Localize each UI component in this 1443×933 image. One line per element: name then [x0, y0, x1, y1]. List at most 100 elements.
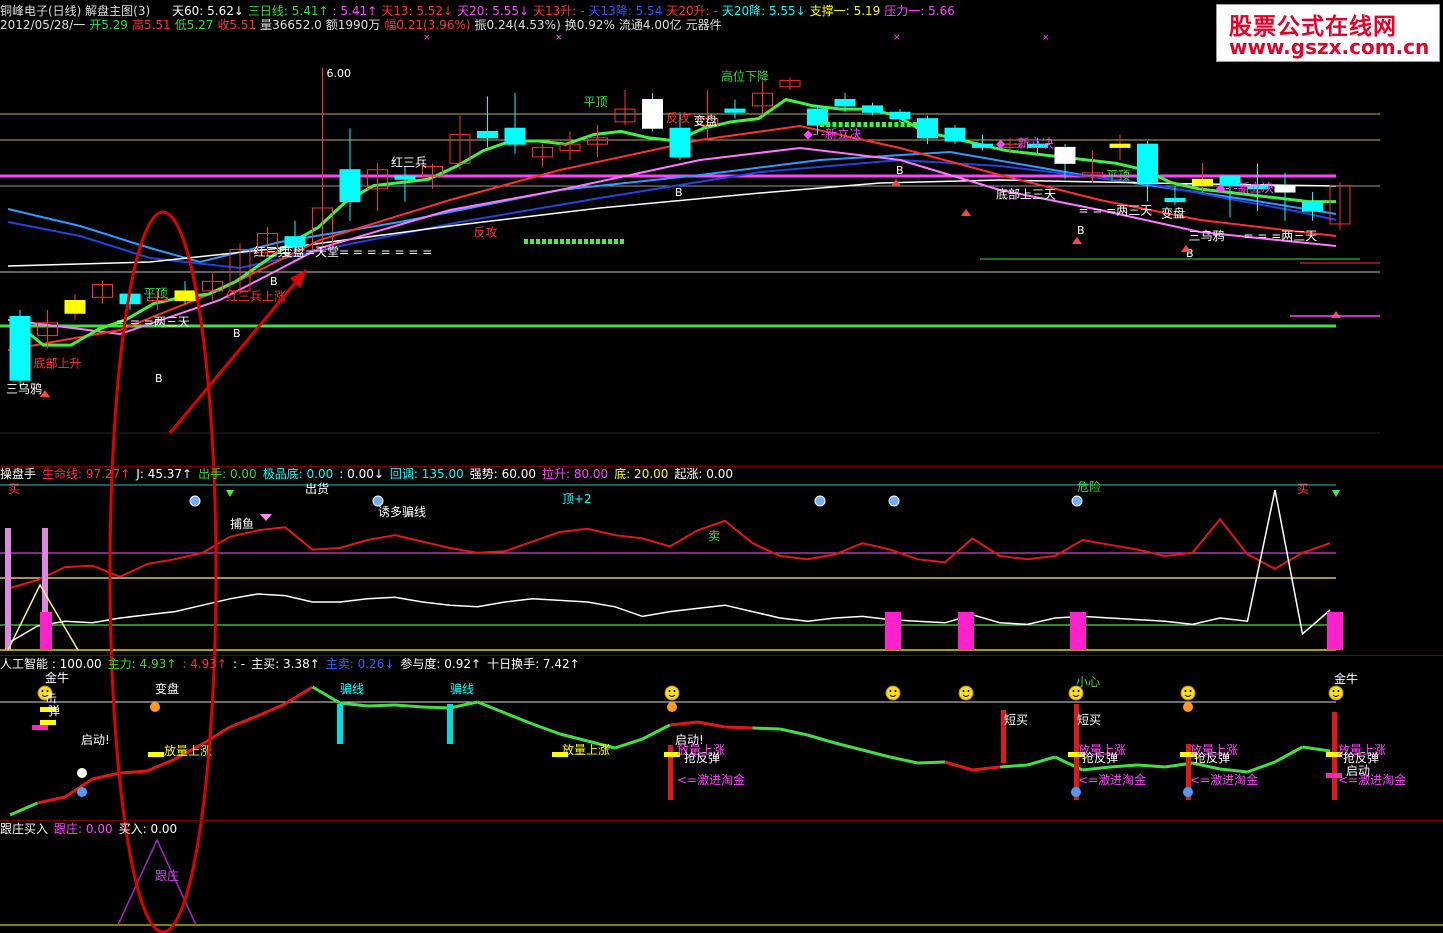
ma-indicator-value: 三日线: 5.41↑	[247, 4, 329, 18]
ai-line-segment	[201, 725, 231, 746]
ball-icon	[1183, 702, 1193, 712]
ai-line-segment	[999, 763, 1028, 769]
quote-value: 2012/05/28/一	[0, 18, 86, 32]
signal-block	[32, 725, 48, 730]
pattern-label: 平顶	[1106, 168, 1130, 182]
indicator-value: : 4.93↑	[182, 657, 227, 671]
pane-divider[interactable]	[0, 655, 1443, 656]
smiley-eye	[1184, 690, 1187, 692]
candlestick	[92, 281, 113, 304]
ai-line-segment	[697, 720, 726, 729]
indicator-value: 买入: 0.00	[118, 822, 178, 836]
candlestick	[312, 67, 333, 253]
ai-line-segment	[256, 702, 286, 718]
trend-marker	[548, 239, 552, 244]
candle-body	[394, 175, 416, 180]
candlestick	[724, 99, 746, 119]
candle-body	[339, 169, 361, 203]
down-arrow-icon	[1332, 490, 1340, 497]
trend-marker	[524, 239, 528, 244]
candle-body	[944, 127, 966, 142]
smiley-eye	[1332, 690, 1335, 692]
stock-chart-window[interactable]: 6.00 三乌鸦 底部上升 = = =两三天 平顶 红三兵上涨 红三兵 变盘=天堂= = = …	[0, 0, 1443, 933]
candle-body	[1302, 201, 1323, 212]
signal-label: 骗线	[340, 681, 364, 696]
smiley-icon	[664, 685, 680, 701]
ai-line-segment	[367, 703, 396, 708]
ball-icon	[372, 495, 384, 507]
ai-line-segment	[92, 771, 121, 781]
trend-marker	[851, 122, 855, 127]
ai-line-segment	[1302, 745, 1331, 753]
ai-line-segment	[1246, 760, 1276, 774]
trend-marker	[900, 122, 905, 127]
ball-icon	[1071, 787, 1081, 797]
trend-marker	[838, 122, 843, 127]
trend-marker	[566, 239, 570, 244]
signal-block	[148, 752, 164, 757]
watermark-url: www.gszx.com.cn	[1229, 35, 1430, 59]
ball-icon	[189, 495, 201, 507]
ai-line-segment	[1027, 755, 1056, 767]
candle-body	[174, 290, 196, 301]
candle-body	[1274, 185, 1296, 193]
pattern-label: 高位下降	[721, 68, 769, 83]
ai-line-segment	[807, 733, 836, 745]
ma-indicator-value: 天20降: 5.55↓	[721, 4, 806, 18]
trend-marker	[572, 239, 576, 244]
site-watermark: 股票公式在线网 www.gszx.com.cn	[1216, 4, 1440, 62]
pattern-label: 底部上升	[34, 355, 82, 370]
j-line	[9, 489, 1331, 643]
ai-line-segment	[504, 711, 534, 726]
trend-marker	[906, 122, 911, 127]
smiley-icon	[885, 685, 901, 701]
signal-label: 出货	[305, 481, 329, 496]
header-quote-row: 2012/05/28/一 开5.29 高5.51 低5.27 收5.51 量36652.0…	[0, 18, 730, 32]
signal-label: 诱多骗线	[378, 504, 426, 519]
indicator-value: 十日换手: 7.42↑	[487, 657, 580, 671]
trend-marker	[614, 239, 618, 244]
ai-line-segment	[752, 726, 781, 731]
ai-line-segment	[531, 722, 561, 736]
smiley-eye	[889, 690, 892, 692]
indicator-value: J: 45.37↑	[136, 467, 193, 481]
ai-line-segment	[119, 769, 148, 775]
trend-marker	[832, 122, 837, 127]
ma-indicator-value: 天60: 5.62↓	[172, 4, 244, 18]
up-arrow-icon	[961, 209, 971, 216]
pattern-label: 变盘	[694, 113, 718, 128]
quote-value: 换0.92%	[564, 18, 615, 32]
down-arrow-icon	[226, 490, 234, 497]
candle-body	[477, 130, 498, 139]
quote-value: 元器件	[685, 18, 722, 32]
candlestick	[1329, 182, 1351, 231]
pane-divider[interactable]	[0, 820, 1443, 821]
signal-label: 弹	[48, 704, 60, 718]
ai-line-segment	[394, 703, 423, 709]
pattern-label: ◆- -新立决	[1216, 180, 1274, 195]
ai-line-segment	[944, 760, 973, 772]
indicator-value: : 0.00↓	[339, 467, 384, 481]
quote-value: 高5.51	[131, 18, 171, 32]
candle-body	[807, 108, 828, 126]
signal-label: 危险	[1077, 479, 1101, 494]
candle-body	[1192, 178, 1213, 187]
trend-marker	[602, 239, 606, 244]
signal-bar	[1327, 612, 1343, 650]
ma-indicator-value: 天13: 5.52↓	[381, 4, 454, 18]
indicator-value: 底: 20.00	[614, 467, 669, 481]
indicator-value: 主买: 3.38↑	[251, 657, 320, 671]
candlestick	[587, 125, 608, 157]
candle-body	[972, 143, 993, 148]
indicator-value: 出手: 0.00	[198, 467, 257, 481]
ma-indicator-value: 天20升: -	[666, 4, 718, 18]
pattern-label: 红三兵上涨	[226, 288, 286, 303]
candlestick	[174, 281, 196, 304]
pattern-label: ◆- -新立决	[996, 135, 1054, 150]
trend-marker	[620, 239, 624, 244]
signal-bar	[5, 528, 11, 650]
signal-label: 小心	[1076, 675, 1100, 689]
signal-bar	[40, 612, 52, 650]
pattern-label: 三乌鸦	[6, 381, 42, 396]
candle-body	[669, 127, 691, 158]
